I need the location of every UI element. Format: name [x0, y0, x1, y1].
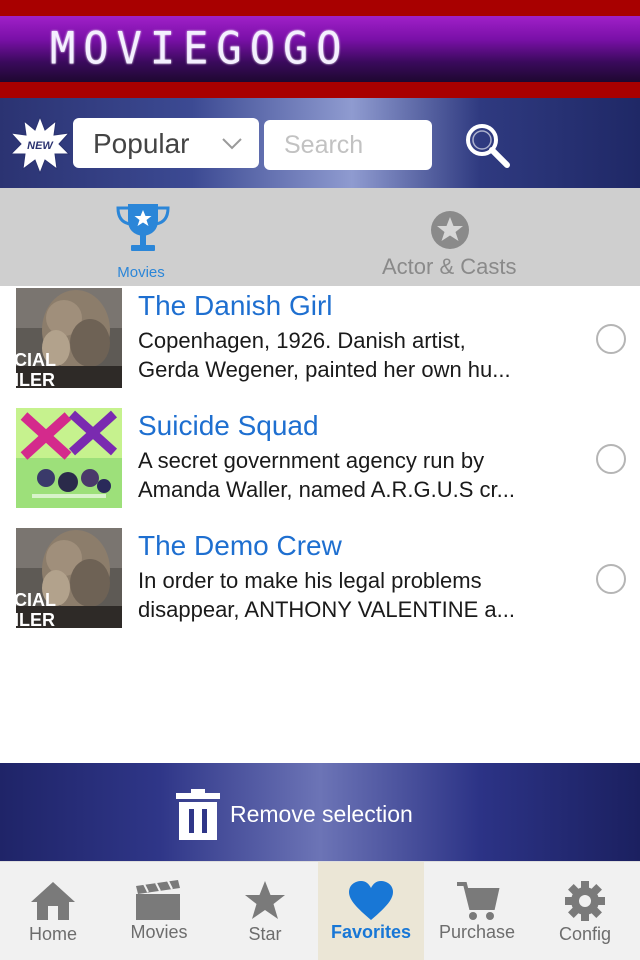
- poster-text: CIAL: [16, 350, 56, 370]
- trash-icon: [176, 789, 220, 840]
- description-line: A secret government agency run by: [138, 448, 485, 473]
- tab-actors-casts[interactable]: Actor & Casts: [290, 188, 640, 286]
- tab-actors-label: Actor & Casts: [382, 254, 517, 279]
- description-line: Amanda Waller, named A.R.G.U.S cr...: [138, 477, 515, 502]
- movie-description: A secret government agency run by Amanda…: [138, 446, 568, 504]
- app-logo: MOVIEGOGO: [50, 22, 350, 75]
- movie-description: In order to make his legal problems disa…: [138, 566, 568, 624]
- tab-movies[interactable]: Movies: [0, 188, 290, 286]
- tabbar-favorites[interactable]: Favorites: [318, 862, 424, 960]
- category-select[interactable]: Popular: [73, 118, 259, 168]
- movie-thumbnail: CIAL ILER: [16, 288, 122, 388]
- movie-thumbnail: [16, 408, 122, 508]
- select-radio[interactable]: [596, 324, 626, 354]
- poster-image: [16, 408, 122, 508]
- app-header: MOVIEGOGO: [0, 0, 640, 98]
- tabbar-purchase-label: Purchase: [438, 922, 516, 942]
- description-line: Copenhagen, 1926. Danish artist,: [138, 328, 466, 353]
- poster-text: CIAL: [16, 590, 56, 610]
- tabbar-favorites-label: Favorites: [330, 922, 412, 942]
- remove-selection-button[interactable]: Remove selection: [0, 763, 640, 861]
- new-badge-icon[interactable]: NEW: [10, 116, 70, 174]
- tabbar-home-label: Home: [28, 924, 77, 944]
- movie-title[interactable]: The Danish Girl: [138, 290, 333, 322]
- select-radio[interactable]: [596, 564, 626, 594]
- tabbar-movies-label: Movies: [130, 922, 188, 942]
- list-item[interactable]: CIAL ILER The Demo Crew In order to make…: [0, 526, 640, 646]
- tabbar-config-label: Config: [558, 924, 612, 944]
- description-line: In order to make his legal problems: [138, 568, 482, 593]
- movie-title[interactable]: Suicide Squad: [138, 410, 319, 442]
- clapperboard-icon: [136, 880, 180, 920]
- home-icon: [31, 882, 75, 920]
- heart-icon: [349, 881, 393, 920]
- new-badge-label: NEW: [27, 140, 54, 152]
- cart-icon: [457, 882, 500, 920]
- tabbar-star[interactable]: Star: [212, 862, 318, 960]
- chevron-down-icon: [222, 138, 242, 150]
- star-icon: [245, 881, 285, 919]
- poster-text: ILER: [16, 610, 56, 628]
- star-circle-icon: [431, 211, 469, 249]
- movie-description: Copenhagen, 1926. Danish artist, Gerda W…: [138, 326, 568, 384]
- search-icon[interactable]: [462, 120, 512, 170]
- remove-selection-label: Remove selection: [230, 801, 413, 827]
- tab-movies-label: Movies: [117, 264, 165, 281]
- select-radio[interactable]: [596, 444, 626, 474]
- movie-thumbnail: CIAL ILER: [16, 528, 122, 628]
- list-item[interactable]: CIAL ILER The Danish Girl Copenhagen, 19…: [0, 286, 640, 406]
- trophy-icon: [116, 204, 170, 251]
- search-input[interactable]: [264, 120, 432, 170]
- description-line: Gerda Wegener, painted her own hu...: [138, 357, 511, 382]
- list-item[interactable]: Suicide Squad A secret government agency…: [0, 406, 640, 526]
- category-select-value: Popular: [93, 128, 190, 159]
- gear-icon: [565, 881, 605, 921]
- segment-tabs: Movies Actor & Casts: [0, 188, 640, 286]
- movie-title[interactable]: The Demo Crew: [138, 530, 342, 562]
- description-line: disappear, ANTHONY VALENTINE a...: [138, 597, 516, 622]
- tabbar-home[interactable]: Home: [0, 862, 106, 960]
- tabbar-movies[interactable]: Movies: [106, 862, 212, 960]
- tabbar-purchase[interactable]: Purchase: [424, 862, 530, 960]
- tabbar-config[interactable]: Config: [530, 862, 640, 960]
- bottom-tab-bar: Home Movies Star Favorites Purchase Conf…: [0, 861, 640, 960]
- tabbar-star-label: Star: [248, 924, 282, 944]
- poster-text: ILER: [16, 370, 56, 388]
